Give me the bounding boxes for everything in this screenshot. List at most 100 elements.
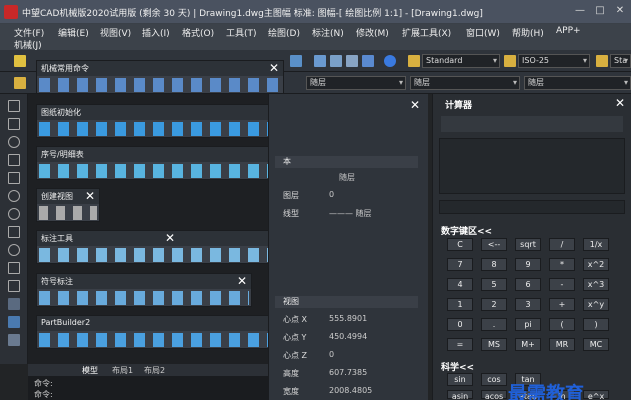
close-icon[interactable]: ✕ [165, 231, 175, 245]
calc-key[interactable]: 1/x [583, 238, 609, 251]
section-view[interactable]: 视图 [275, 296, 418, 308]
hatch-icon[interactable] [8, 298, 20, 310]
sci-key[interactable]: sin [447, 373, 473, 386]
calc-key[interactable]: 3 [515, 298, 541, 311]
calc-key[interactable]: ) [583, 318, 609, 331]
calc-key[interactable]: 2 [481, 298, 507, 311]
tool-palette-icon[interactable] [346, 55, 358, 67]
new-file-icon[interactable] [14, 55, 26, 67]
dim-style-select[interactable]: ISO-25 [518, 54, 590, 68]
design-center-icon[interactable] [330, 55, 342, 67]
tab-layout1[interactable]: 布局1 [112, 365, 133, 376]
rectangle-icon[interactable] [8, 172, 20, 184]
calc-key[interactable]: C [447, 238, 473, 251]
calc-key[interactable]: . [481, 318, 507, 331]
calc-icon[interactable] [362, 55, 374, 67]
calc-key[interactable]: MS [481, 338, 507, 351]
sci-key[interactable]: e^x [583, 390, 609, 400]
donut-icon[interactable] [8, 244, 20, 256]
scientific-label[interactable]: 科学<< [441, 360, 474, 373]
layer-manager-icon[interactable] [14, 77, 26, 89]
tool-row[interactable] [39, 122, 299, 136]
menu-app[interactable]: APP+ [556, 26, 581, 36]
tool-row[interactable] [39, 78, 281, 92]
calc-key[interactable]: 5 [481, 278, 507, 291]
calc-key[interactable]: 4 [447, 278, 473, 291]
polyline-icon[interactable] [8, 118, 20, 130]
calc-key[interactable]: x^2 [583, 258, 609, 271]
calc-key[interactable]: 8 [481, 258, 507, 271]
sci-key[interactable]: asin [447, 390, 473, 400]
prop-width-value[interactable]: 2008.4805 [329, 386, 372, 395]
close-icon[interactable]: ✕ [615, 96, 625, 110]
lineweight-select[interactable]: 随层 [524, 76, 631, 90]
calc-key[interactable]: 9 [515, 258, 541, 271]
insert-icon[interactable] [8, 280, 20, 292]
keypad-label[interactable]: 数字键区<< [441, 224, 492, 237]
text-icon[interactable] [8, 334, 20, 346]
tool-row[interactable] [39, 291, 249, 305]
calc-key[interactable]: ( [549, 318, 575, 331]
menu-format[interactable]: 格式(O) [182, 26, 214, 39]
calc-key[interactable]: - [549, 278, 575, 291]
spline-icon[interactable] [8, 226, 20, 238]
menu-help[interactable]: 帮助(H) [512, 26, 544, 39]
section-basic[interactable]: 本 [275, 156, 418, 168]
menu-tools[interactable]: 工具(T) [226, 26, 257, 39]
calc-key[interactable]: x^y [583, 298, 609, 311]
tab-model[interactable]: 模型 [82, 365, 98, 376]
prop-height-value[interactable]: 607.7385 [329, 368, 367, 377]
prop-center-x-value[interactable]: 555.8901 [329, 314, 367, 323]
ellipse-icon[interactable] [8, 208, 20, 220]
menu-dimension[interactable]: 标注(N) [312, 26, 344, 39]
calc-key[interactable]: 0 [447, 318, 473, 331]
block-icon[interactable] [8, 262, 20, 274]
circle-icon[interactable] [8, 136, 20, 148]
close-icon[interactable]: ✕ [85, 189, 95, 203]
prop-center-z-value[interactable]: 0 [329, 350, 334, 359]
close-icon[interactable]: ✕ [237, 274, 247, 288]
close-button[interactable]: ✕ [612, 4, 628, 18]
calc-key[interactable]: MC [583, 338, 609, 351]
calc-key[interactable]: 1 [447, 298, 473, 311]
calc-key[interactable]: sqrt [515, 238, 541, 251]
tool-row[interactable] [39, 206, 97, 220]
sci-key[interactable]: acos [481, 390, 507, 400]
calc-key[interactable]: * [549, 258, 575, 271]
calc-key[interactable]: pi [515, 318, 541, 331]
prop-color-value[interactable]: 随层 [339, 172, 355, 183]
help-icon[interactable] [384, 55, 396, 67]
prop-layer-value[interactable]: 0 [329, 190, 334, 199]
text-style-select[interactable]: Standard [422, 54, 500, 68]
menu-modify[interactable]: 修改(M) [356, 26, 389, 39]
table-icon[interactable] [8, 316, 20, 328]
linetype-select[interactable]: 随层 [410, 76, 520, 90]
calc-key[interactable]: 6 [515, 278, 541, 291]
prop-center-y-value[interactable]: 450.4994 [329, 332, 367, 341]
calc-key[interactable]: M+ [515, 338, 541, 351]
menu-insert[interactable]: 插入(I) [142, 26, 170, 39]
line-icon[interactable] [8, 100, 20, 112]
calc-key[interactable]: <-- [481, 238, 507, 251]
table-style-select[interactable]: Sta [610, 54, 631, 68]
menu-window[interactable]: 窗口(W) [466, 26, 500, 39]
close-icon[interactable]: ✕ [410, 98, 420, 112]
calc-key[interactable]: 7 [447, 258, 473, 271]
sci-key[interactable]: cos [481, 373, 507, 386]
minimize-button[interactable]: — [572, 4, 588, 18]
close-icon[interactable]: ✕ [269, 61, 279, 75]
menu-edit[interactable]: 编辑(E) [58, 26, 89, 39]
calc-input[interactable] [439, 200, 625, 214]
tool-row[interactable] [39, 333, 293, 347]
color-select[interactable]: 随层 [306, 76, 406, 90]
menu-draw[interactable]: 绘图(D) [268, 26, 300, 39]
menu-ext-tools[interactable]: 扩展工具(X) [402, 26, 451, 39]
tool-row[interactable] [39, 164, 281, 178]
calc-key[interactable]: MR [549, 338, 575, 351]
arc-icon[interactable] [8, 190, 20, 202]
prop-linetype-value[interactable]: ——— 随层 [329, 208, 372, 219]
menu-view[interactable]: 视图(V) [100, 26, 131, 39]
calc-key[interactable]: x^3 [583, 278, 609, 291]
calc-key[interactable]: = [447, 338, 473, 351]
maximize-button[interactable]: □ [592, 4, 608, 18]
